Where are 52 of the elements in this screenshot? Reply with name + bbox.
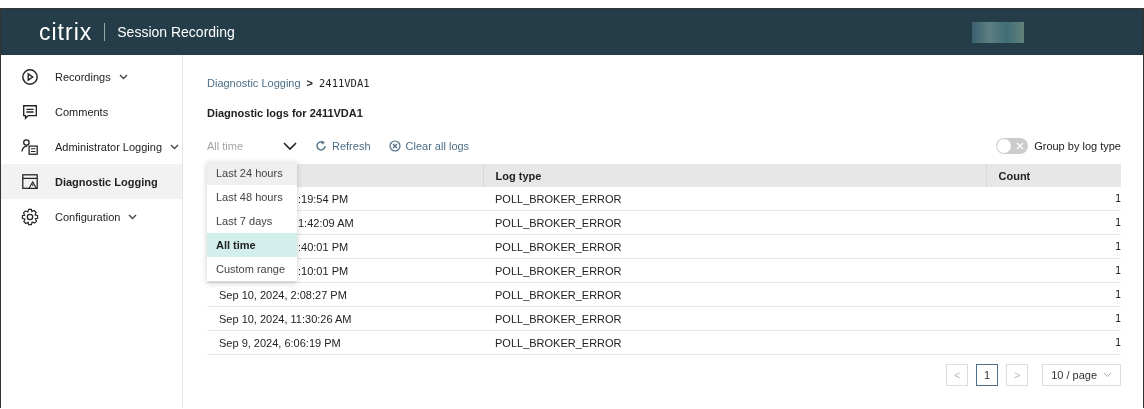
- redacted-block: [972, 22, 1024, 43]
- page-heading: Diagnostic logs for 2411VDA1: [207, 107, 364, 121]
- table-cell: POLL_BROKER_ERROR: [483, 330, 986, 355]
- refresh-icon: [315, 140, 327, 152]
- chevron-down-icon: [1103, 372, 1112, 378]
- clear-logs-button[interactable]: Clear all logs: [388, 140, 470, 152]
- sidebar-item[interactable]: Recordings: [1, 59, 182, 94]
- table-cell: 1: [986, 210, 1121, 235]
- table-cell: 1: [986, 330, 1121, 355]
- table-cell: POLL_BROKER_ERROR: [483, 282, 986, 307]
- table-cell: Sep 9, 2024, 6:06:19 PM: [207, 330, 483, 355]
- logo: citrix: [39, 18, 93, 46]
- refresh-button[interactable]: Refresh: [315, 140, 371, 152]
- table-cell: POLL_BROKER_ERROR: [483, 306, 986, 331]
- breadcrumb-link[interactable]: Diagnostic Logging: [207, 77, 301, 89]
- table-cell: POLL_BROKER_ERROR: [483, 210, 986, 235]
- table-cell: POLL_BROKER_ERROR: [483, 187, 986, 211]
- dropdown-option[interactable]: All time: [207, 233, 297, 257]
- dropdown-option[interactable]: Last 7 days: [207, 209, 297, 233]
- person-list-icon: [21, 137, 39, 156]
- page-button[interactable]: 1: [976, 364, 999, 386]
- play-icon: [21, 67, 39, 86]
- chevron-down-icon: [283, 141, 297, 151]
- dropdown-option[interactable]: Custom range: [207, 257, 297, 281]
- window-warning-icon: [21, 172, 39, 191]
- table-cell: Sep 10, 2024, 11:30:26 AM: [207, 306, 483, 331]
- dropdown-option[interactable]: Last 48 hours: [207, 185, 297, 209]
- table-cell: POLL_BROKER_ERROR: [483, 258, 986, 283]
- sidebar-item[interactable]: Comments: [1, 94, 182, 129]
- table-cell: POLL_BROKER_ERROR: [483, 234, 986, 259]
- settings-icon: [21, 207, 39, 226]
- close-icon: [1016, 142, 1025, 150]
- table-cell: 1: [986, 258, 1121, 283]
- column-header: Count: [986, 164, 1121, 187]
- toggle-label: Group by log type: [1034, 140, 1121, 152]
- column-header: Log type: [483, 164, 986, 187]
- page-size-select[interactable]: 10 / page: [1042, 364, 1121, 386]
- table-cell: 1: [986, 234, 1121, 259]
- clear-circle-icon: [388, 140, 401, 152]
- sidebar-item[interactable]: Administrator Logging: [1, 129, 182, 164]
- table-cell: 1: [986, 187, 1121, 211]
- app-title: Session Recording: [117, 24, 235, 40]
- comment-icon: [21, 102, 39, 121]
- breadcrumb-separator: >: [306, 77, 313, 89]
- table-cell: 1: [986, 282, 1121, 307]
- sidebar-item[interactable]: Diagnostic Logging: [1, 164, 182, 199]
- breadcrumb-current: 2411VDA1: [319, 77, 370, 89]
- group-toggle[interactable]: [996, 138, 1029, 154]
- table-cell: 1: [986, 306, 1121, 331]
- table-cell: Sep 10, 2024, 2:08:27 PM: [207, 282, 483, 307]
- sidebar-item[interactable]: Configuration: [1, 199, 182, 234]
- dropdown-option[interactable]: Last 24 hours: [207, 161, 297, 185]
